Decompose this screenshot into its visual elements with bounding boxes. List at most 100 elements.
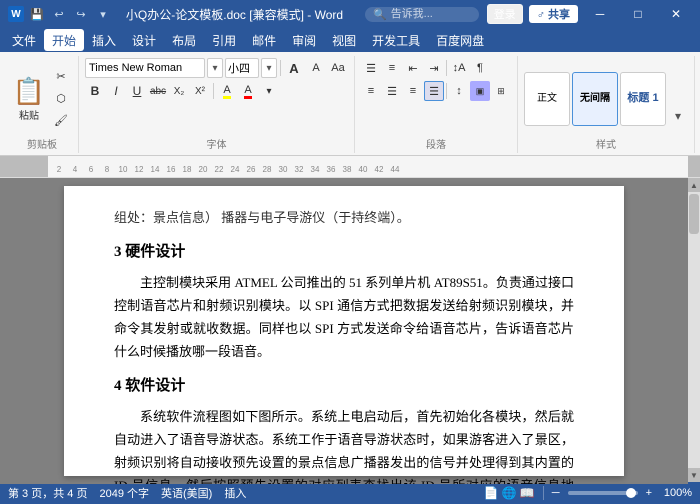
share-button[interactable]: ♂ 共享 xyxy=(529,5,578,23)
zoom-in-button[interactable]: + xyxy=(646,487,652,499)
menu-baidu[interactable]: 百度网盘 xyxy=(428,29,492,51)
zoom-thumb[interactable] xyxy=(626,488,636,498)
page-info: 第 3 页，共 4 页 xyxy=(8,485,87,501)
insert-mode[interactable]: 插入 xyxy=(224,485,246,501)
section-4-title: 软件设计 xyxy=(125,378,185,394)
close-button[interactable]: ✕ xyxy=(660,0,692,28)
font-grow-button[interactable]: A xyxy=(284,58,304,78)
cut-button[interactable]: ✂ xyxy=(50,67,72,87)
scroll-thumb[interactable] xyxy=(689,194,699,234)
copy-button[interactable]: ⬡ xyxy=(50,89,72,109)
highlight-button[interactable]: A xyxy=(217,81,237,101)
search-input[interactable] xyxy=(391,8,471,20)
section-3-title: 硬件设计 xyxy=(125,244,185,260)
strikethrough-button[interactable]: abc xyxy=(148,81,168,101)
scroll-up-button[interactable]: ▲ xyxy=(688,178,700,192)
quick-redo-btn[interactable]: ↪ xyxy=(72,5,90,23)
window-title: 小Q办公-论文模板.doc [兼容模式] - Word xyxy=(112,6,357,23)
subscript-button[interactable]: X₂ xyxy=(169,81,189,101)
styles-label: 样式 xyxy=(596,136,616,151)
font-color-button[interactable]: A xyxy=(238,81,258,101)
word-icon: W xyxy=(8,6,24,22)
italic-button[interactable]: I xyxy=(106,81,126,101)
superscript-button[interactable]: X² xyxy=(190,81,210,101)
scroll-track[interactable] xyxy=(688,192,700,468)
zoom-slider[interactable] xyxy=(568,491,638,495)
login-button[interactable]: 登录 xyxy=(487,4,523,24)
ruler: 2 4 6 8 10 12 14 16 18 20 22 24 26 28 30… xyxy=(0,156,700,178)
underline-button[interactable]: U xyxy=(127,81,147,101)
shading-button[interactable]: ▣ xyxy=(470,81,490,101)
language: 英语(美国) xyxy=(161,485,212,501)
font-size-dropdown[interactable]: ▾ xyxy=(261,58,277,78)
style-normal[interactable]: 正文 xyxy=(524,72,570,126)
sort-button[interactable]: ↕A xyxy=(449,58,469,78)
document-scroll-area: 组处：景点信息） 播器与电子导游仪（于持终端）。 3 硬件设计 主控制模块采用 … xyxy=(0,178,700,482)
doc-top-text: 组处：景点信息） 播器与电子导游仪（于持终端）。 xyxy=(114,206,574,229)
align-center-button[interactable]: ☰ xyxy=(382,81,402,101)
font-size-input[interactable] xyxy=(225,58,259,78)
menu-view[interactable]: 视图 xyxy=(324,29,364,51)
view-read-icon[interactable]: 📖 xyxy=(520,486,535,500)
menu-file[interactable]: 文件 xyxy=(4,29,44,51)
outdent-button[interactable]: ⇤ xyxy=(403,58,423,78)
font-shrink-button[interactable]: A xyxy=(306,58,326,78)
align-left-button[interactable]: ≡ xyxy=(361,81,381,101)
font-name-input[interactable] xyxy=(85,58,205,78)
ruler-margin-left xyxy=(0,156,48,178)
style-no-spacing[interactable]: 无间隔 xyxy=(572,72,618,126)
font-name-dropdown[interactable]: ▾ xyxy=(207,58,223,78)
menu-design[interactable]: 设计 xyxy=(124,29,164,51)
maximize-button[interactable]: □ xyxy=(622,0,654,28)
line-spacing-button[interactable]: ↕ xyxy=(449,81,469,101)
scroll-down-button[interactable]: ▼ xyxy=(688,468,700,482)
menu-bar: 文件 开始 插入 设计 布局 引用 邮件 审阅 视图 开发工具 百度网盘 xyxy=(0,28,700,52)
section-3-num: 3 xyxy=(114,244,125,260)
align-right-button[interactable]: ≡ xyxy=(403,81,423,101)
word-count: 2049 个字 xyxy=(99,485,149,501)
zoom-out-button[interactable]: ─ xyxy=(552,487,560,499)
zoom-level[interactable]: 100% xyxy=(660,487,692,499)
clear-format-button[interactable]: Aa xyxy=(328,58,348,78)
section-4-num: 4 xyxy=(114,378,125,394)
quick-undo-btn[interactable]: ↩ xyxy=(50,5,68,23)
format-paint-button[interactable]: 🖌 xyxy=(50,111,72,131)
indent-button[interactable]: ⇥ xyxy=(424,58,444,78)
menu-mail[interactable]: 邮件 xyxy=(244,29,284,51)
title-bar: W 💾 ↩ ↪ ▾ 小Q办公-论文模板.doc [兼容模式] - Word 🔍 … xyxy=(0,0,700,28)
menu-references[interactable]: 引用 xyxy=(204,29,244,51)
document-page: 组处：景点信息） 播器与电子导游仪（于持终端）。 3 硬件设计 主控制模块采用 … xyxy=(64,186,624,476)
menu-home[interactable]: 开始 xyxy=(44,29,84,51)
more-font-button[interactable]: ▾ xyxy=(259,81,279,101)
search-icon: 🔍 xyxy=(373,8,387,21)
show-marks-button[interactable]: ¶ xyxy=(470,58,490,78)
justify-button[interactable]: ☰ xyxy=(424,81,444,101)
menu-review[interactable]: 审阅 xyxy=(284,29,324,51)
status-right: 📄 🌐 📖 ─ + 100% xyxy=(484,486,692,500)
style-heading1[interactable]: 标题 1 xyxy=(620,72,666,126)
bullets-button[interactable]: ☰ xyxy=(361,58,381,78)
quick-more-btn[interactable]: ▾ xyxy=(94,5,112,23)
section-4-para-1: 系统软件流程图如下图所示。系统上电启动后，首先初始化各模块，然后就自动进入了语音… xyxy=(114,406,574,484)
status-left: 第 3 页，共 4 页 2049 个字 英语(美国) 插入 xyxy=(8,485,246,501)
bold-button[interactable]: B xyxy=(85,81,105,101)
ribbon: 📋 粘贴 ✂ ⬡ 🖌 剪贴板 ▾ ▾ A A Aa B xyxy=(0,52,700,156)
borders-button[interactable]: ⊞ xyxy=(491,81,511,101)
minimize-button[interactable]: ─ xyxy=(584,0,616,28)
title-search[interactable]: 🔍 xyxy=(365,7,479,22)
section-3-para-1: 主控制模块采用 ATMEL 公司推出的 51 系列单片机 AT89S51。负责通… xyxy=(114,272,574,363)
paste-icon: 📋 xyxy=(13,76,45,107)
paste-button[interactable]: 📋 粘贴 xyxy=(10,74,48,124)
menu-layout[interactable]: 布局 xyxy=(164,29,204,51)
vertical-scrollbar[interactable]: ▲ ▼ xyxy=(688,178,700,482)
document-area: 组处：景点信息） 播器与电子导游仪（于持终端）。 3 硬件设计 主控制模块采用 … xyxy=(0,178,688,484)
numbering-button[interactable]: ≡ xyxy=(382,58,402,78)
quick-save-btn[interactable]: 💾 xyxy=(28,5,46,23)
menu-insert[interactable]: 插入 xyxy=(84,29,124,51)
title-bar-left: W 💾 ↩ ↪ ▾ xyxy=(8,5,112,23)
menu-developer[interactable]: 开发工具 xyxy=(364,29,428,51)
view-web-icon[interactable]: 🌐 xyxy=(502,486,517,500)
styles-more-button[interactable]: ▾ xyxy=(668,106,688,126)
view-print-icon[interactable]: 📄 xyxy=(484,486,499,500)
paste-label: 粘贴 xyxy=(19,107,39,122)
